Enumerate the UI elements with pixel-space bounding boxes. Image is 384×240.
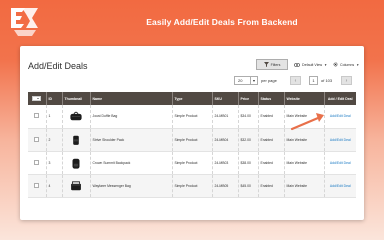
chevron-down-icon: ▼ bbox=[250, 77, 257, 84]
cell-name: Strive Shoulder Pack bbox=[90, 128, 173, 152]
next-page-button[interactable]: › bbox=[341, 76, 352, 85]
gear-icon bbox=[333, 62, 338, 67]
chevron-right-icon: › bbox=[345, 77, 348, 84]
cell-action: Add/Edit Deal bbox=[324, 105, 356, 129]
cell-price: $34.00 bbox=[238, 105, 259, 129]
cell-id: 3 bbox=[46, 151, 63, 175]
brand-logo-icon bbox=[11, 8, 38, 36]
row-checkbox[interactable] bbox=[34, 113, 40, 119]
cell-thumbnail bbox=[62, 105, 91, 129]
page-title: Add/Edit Deals bbox=[28, 61, 88, 71]
cell-website: Main Website bbox=[284, 151, 325, 175]
cell-website: Main Website bbox=[284, 174, 325, 198]
cell-website: Main Website bbox=[284, 105, 325, 129]
cell-type: Simple Product bbox=[172, 128, 213, 152]
cell-name: Wayfarer Messenger Bag bbox=[90, 174, 173, 198]
banner: Easily Add/Edit Deals From Backend bbox=[0, 0, 384, 46]
column-header-status[interactable]: Status bbox=[258, 92, 285, 105]
cell-thumbnail bbox=[62, 128, 91, 152]
table-row: 2 Strive Shoulder Pack Simple Product 24… bbox=[28, 128, 356, 152]
banner-title: Easily Add/Edit Deals From Backend bbox=[146, 17, 298, 27]
cell-name: Joust Duffle Bag bbox=[90, 105, 173, 129]
cell-status: Enabled bbox=[258, 105, 285, 129]
funnel-icon bbox=[263, 62, 269, 67]
column-header-type[interactable]: Type bbox=[172, 92, 213, 105]
cell-id: 1 bbox=[46, 105, 63, 129]
column-header-id[interactable]: ID bbox=[46, 92, 63, 105]
add-edit-deal-link[interactable]: Add/Edit Deal bbox=[327, 114, 355, 118]
add-edit-deal-link[interactable]: Add/Edit Deal bbox=[327, 161, 355, 165]
cell-action: Add/Edit Deal bbox=[324, 128, 356, 152]
cell-thumbnail bbox=[62, 151, 91, 175]
add-edit-deal-link[interactable]: Add/Edit Deal bbox=[327, 138, 355, 142]
column-header-thumbnail: Thumbnail bbox=[62, 92, 91, 105]
chevron-down-icon: ▼ bbox=[324, 62, 328, 67]
column-header-sku[interactable]: SKU bbox=[212, 92, 239, 105]
cell-sku: 24-MB04 bbox=[212, 128, 239, 152]
page-count-label: of 103 bbox=[321, 78, 333, 83]
cell-id: 4 bbox=[46, 174, 63, 198]
add-edit-deal-link[interactable]: Add/Edit Deal bbox=[327, 184, 355, 188]
column-header-website[interactable]: Website bbox=[284, 92, 325, 105]
cell-price: $38.00 bbox=[238, 151, 259, 175]
grid-header-row: ID Thumbnail Name Type SKU Price Status … bbox=[28, 92, 356, 105]
shoulder-pack-thumbnail bbox=[73, 135, 79, 145]
pager-row: 20 ▼ per page ‹ 1 of 103 › bbox=[20, 76, 364, 86]
chevron-down-icon: ▼ bbox=[356, 62, 360, 67]
table-row: 3 Crown Summit Backpack Simple Product 2… bbox=[28, 151, 356, 175]
cell-website: Main Website bbox=[284, 128, 325, 152]
cell-sku: 24-MB05 bbox=[212, 174, 239, 198]
filters-label: Filters bbox=[270, 62, 281, 67]
column-header-add-edit-deal: Add / Edit Deal bbox=[324, 92, 356, 105]
cell-status: Enabled bbox=[258, 128, 285, 152]
row-checkbox[interactable] bbox=[34, 136, 40, 142]
cell-type: Simple Product bbox=[172, 151, 213, 175]
column-header-price[interactable]: Price bbox=[238, 92, 259, 105]
column-header-name[interactable]: Name bbox=[90, 92, 173, 105]
table-row: 4 Wayfarer Messenger Bag Simple Product … bbox=[28, 174, 356, 198]
cell-price: $45.00 bbox=[238, 174, 259, 198]
cell-price: $32.00 bbox=[238, 128, 259, 152]
chevron-left-icon: ‹ bbox=[294, 77, 297, 84]
mass-action-header[interactable] bbox=[28, 92, 47, 105]
cell-status: Enabled bbox=[258, 174, 285, 198]
messenger-bag-thumbnail bbox=[71, 180, 81, 190]
cell-status: Enabled bbox=[258, 151, 285, 175]
cell-name: Crown Summit Backpack bbox=[90, 151, 173, 175]
cell-sku: 24-MB01 bbox=[212, 105, 239, 129]
cell-thumbnail bbox=[62, 174, 91, 198]
cell-sku: 24-MB03 bbox=[212, 151, 239, 175]
previous-page-button[interactable]: ‹ bbox=[290, 76, 301, 85]
eye-icon bbox=[294, 62, 300, 67]
products-grid: ID Thumbnail Name Type SKU Price Status … bbox=[28, 92, 356, 198]
row-checkbox[interactable] bbox=[34, 159, 40, 165]
per-page-select[interactable]: 20 ▼ bbox=[234, 76, 258, 85]
cell-type: Simple Product bbox=[172, 105, 213, 129]
mass-select-dropdown[interactable] bbox=[32, 95, 42, 101]
default-view-dropdown[interactable]: Default View ▼ bbox=[294, 59, 327, 70]
admin-panel: Add/Edit Deals Filters Default View ▼ Co… bbox=[20, 46, 364, 220]
cell-id: 2 bbox=[46, 128, 63, 152]
per-page-value: 20 bbox=[238, 78, 243, 83]
default-view-label: Default View bbox=[302, 62, 323, 67]
columns-label: Columns bbox=[340, 62, 355, 67]
row-checkbox[interactable] bbox=[34, 182, 40, 188]
duffle-bag-thumbnail bbox=[70, 111, 82, 121]
cell-action: Add/Edit Deal bbox=[324, 174, 356, 198]
columns-dropdown[interactable]: Columns ▼ bbox=[333, 59, 359, 70]
per-page-label: per page bbox=[261, 78, 277, 83]
table-row: 1 Joust Duffle Bag Simple Product 24-MB0… bbox=[28, 105, 356, 129]
backpack-thumbnail bbox=[72, 158, 80, 169]
cell-action: Add/Edit Deal bbox=[324, 151, 356, 175]
page-number-input[interactable]: 1 bbox=[309, 76, 318, 85]
filters-button[interactable]: Filters bbox=[256, 59, 288, 70]
cell-type: Simple Product bbox=[172, 174, 213, 198]
